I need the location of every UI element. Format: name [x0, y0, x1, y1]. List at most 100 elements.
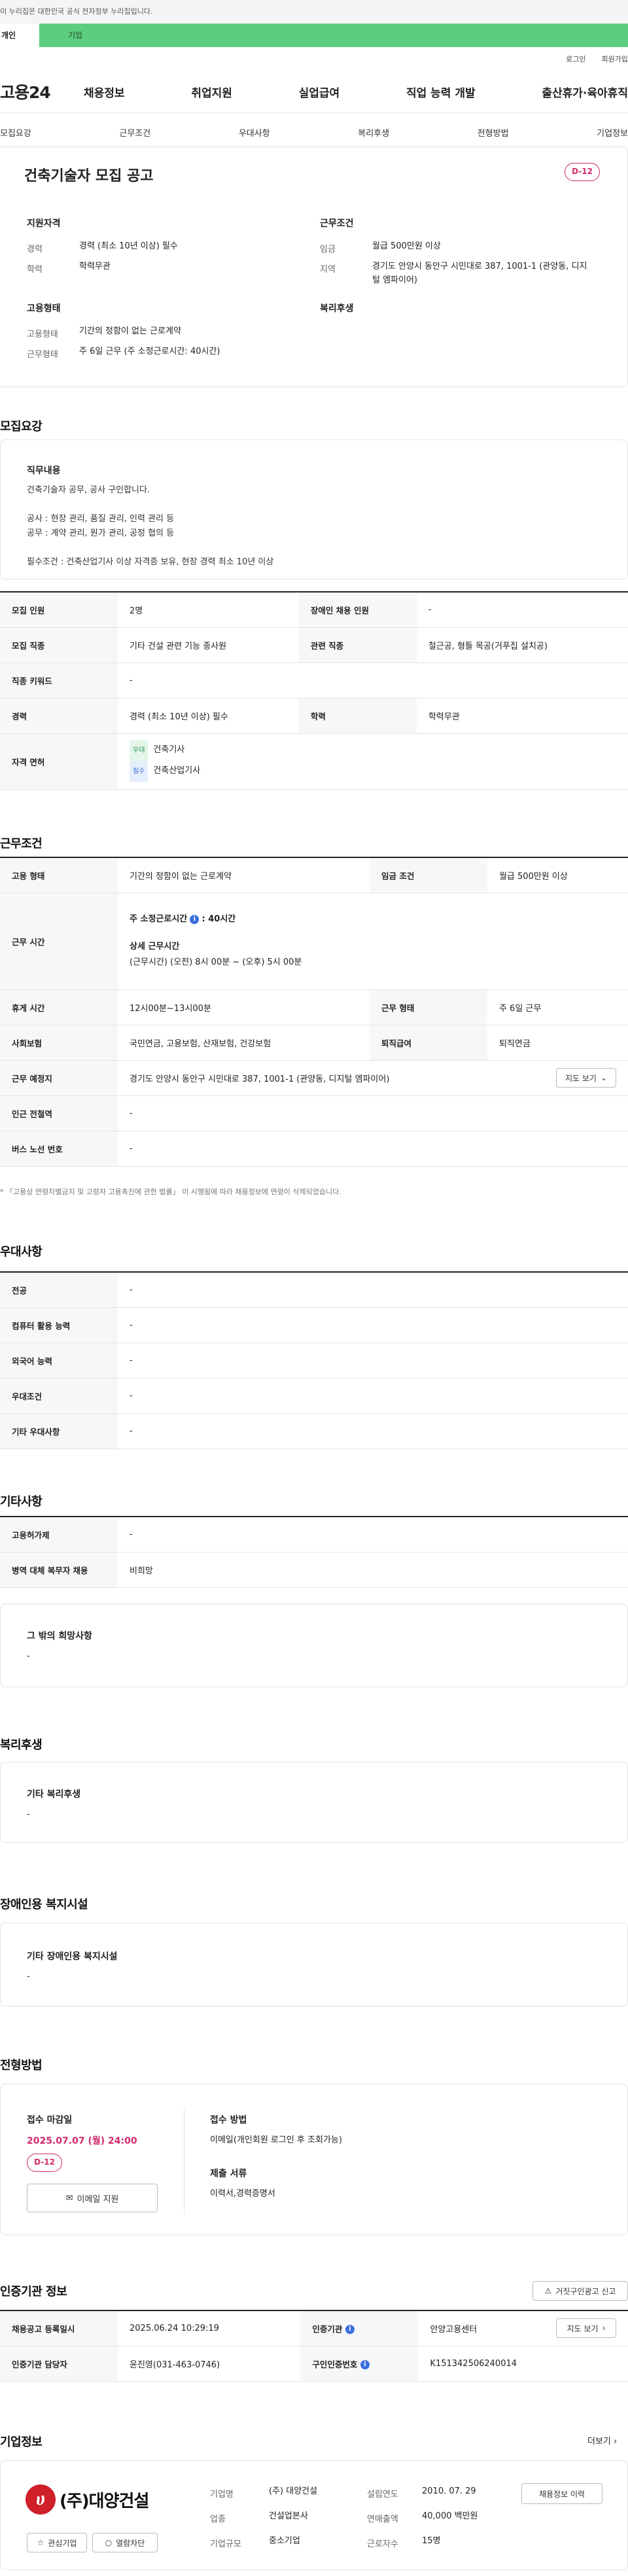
worktype-label: 근무형태 — [27, 350, 58, 360]
other-table: 고용허가제 - 병역 대체 복무자 채용 비희망 — [0, 1516, 628, 1588]
company-section-title: 기업정보 — [0, 2435, 43, 2449]
edu-row-label: 학력 — [298, 698, 417, 734]
work-hours-value: 주 소정근로시간 i : 40시간 상세 근무시간 (근무시간) (오전) 8시… — [118, 893, 628, 990]
cond-label: 우대조건 — [0, 1378, 118, 1414]
favorite-company-button[interactable]: ☆ 관심기업 — [27, 2533, 87, 2552]
dday-badge: D-12 — [565, 163, 600, 181]
subway-value: - — [118, 1095, 628, 1131]
major-label: 전공 — [0, 1272, 118, 1308]
career-row-label: 경력 — [0, 698, 118, 734]
cert-map-button[interactable]: 지도 보기 › — [556, 2318, 616, 2339]
nav-employment-support[interactable]: 취업지원 — [191, 84, 232, 100]
map-button[interactable]: 지도 보기 ⌄ — [556, 1068, 616, 1088]
welfare-section-title: 복리후생 — [0, 1738, 43, 1752]
subtab-welfare[interactable]: 복리후생 — [358, 126, 389, 139]
num-label: 구인인증번호 — [312, 2359, 358, 2369]
deadline-value: 2025.07.07 (월) 24:00 — [27, 2136, 137, 2146]
nav-unemployment-benefit[interactable]: 실업급여 — [299, 84, 340, 100]
user-type-tabs: 개인 기업 — [0, 24, 628, 47]
headcount-label: 모집 인원 — [0, 592, 118, 628]
size-label: 기업규모 — [210, 2539, 241, 2549]
career-value: 경력 (최소 10년 이상) 필수 — [79, 241, 178, 251]
subtab-company[interactable]: 기업정보 — [597, 126, 628, 139]
org-cell: 안양고용센터 지도 보기 › — [418, 2310, 628, 2346]
related-label: 관련 직종 — [298, 627, 417, 663]
subtab-pref[interactable]: 우대사항 — [239, 126, 270, 139]
nav-parental-leave[interactable]: 출산휴가·육아휴직 — [542, 84, 628, 100]
org-value: 안양고용센터 — [430, 2324, 478, 2335]
emp-label: 근로자수 — [367, 2539, 398, 2549]
area-value: 경기도 안양시 동안구 시민대로 387, 1001-1 (관양동, 디지털 엠… — [372, 262, 587, 285]
manager-value: 윤진영(031-463-0746) — [118, 2346, 301, 2382]
block-label: 열람차단 — [116, 2538, 145, 2548]
welfare-value: - — [27, 1810, 30, 1819]
recruit-section-title: 모집요강 — [0, 420, 43, 434]
subtab-work[interactable]: 근무조건 — [119, 126, 150, 139]
site-logo[interactable]: 고용24 — [0, 80, 84, 103]
license-label: 자격 면허 — [0, 733, 118, 790]
job-posting-page: 이 누리집은 대한민국 공식 전자정부 누리집입니다. 개인 기업 로그인 회원… — [0, 0, 628, 2576]
report-ad-button[interactable]: ⚠ 거짓구인광고 신고 — [532, 2281, 628, 2301]
num-value: K151342506240014 — [418, 2346, 628, 2382]
emptype-label: 고용형태 — [27, 330, 58, 339]
wish-card: 그 밖의 희망사항 - — [0, 1604, 628, 1687]
info-icon[interactable]: i — [360, 2360, 370, 2369]
duty-line: 필수조건 : 건축산업기사 이상 자격증 보유, 현장 경력 최소 10년 이상 — [27, 557, 274, 567]
facility-value: - — [27, 1972, 30, 1982]
block-view-button[interactable]: ○ 열람차단 — [92, 2533, 158, 2552]
retire-value: 퇴직연금 — [487, 1025, 628, 1061]
email-apply-button[interactable]: ✉ 이메일 지원 — [27, 2184, 158, 2212]
retire-label: 퇴직급여 — [369, 1025, 487, 1061]
facility-card: 기타 장애인용 복지시설 - — [0, 1923, 628, 2006]
bus-label: 버스 노선 번호 — [0, 1131, 118, 1167]
signup-link[interactable]: 회원가입 — [602, 54, 628, 64]
nav-job-info[interactable]: 채용정보 — [84, 84, 125, 100]
form-label: 근무 형태 — [369, 989, 487, 1025]
welfare-title: 복리후생 — [320, 303, 354, 314]
worktype-value: 주 6일 근무 (주 소정근로시간: 40시간) — [79, 347, 220, 356]
career-label: 경력 — [27, 245, 43, 254]
info-icon[interactable]: i — [190, 914, 200, 924]
report-icon: ⚠ — [544, 2286, 552, 2295]
insurance-value: 국민연금, 고용보험, 산재보험, 건강보험 — [118, 1025, 370, 1061]
sales-label: 연매출액 — [367, 2515, 398, 2524]
duty-card: 직무내용 건축기술자 공무, 공사 구인합니다. 공사 : 현장 관리, 품질 … — [0, 439, 628, 579]
docs-value: 이력서,경력증명서 — [210, 2189, 275, 2199]
tab-company[interactable]: 기업 — [39, 24, 628, 47]
pref-table: 전공 - 컴퓨터 활용 능력 - 외국어 능력 - 우대조건 - 기타 우대사항 - — [0, 1271, 628, 1449]
facility-sub: 기타 장애인용 복지시설 — [27, 1951, 118, 1962]
company-logo: ሀ (주)대양건설 — [26, 2484, 149, 2515]
tab-personal[interactable]: 개인 — [0, 24, 39, 47]
career-row-value: 경력 (최소 10년 이상) 필수 — [118, 698, 299, 734]
required-tag: 필수 — [130, 761, 148, 782]
info-icon[interactable]: i — [345, 2325, 355, 2335]
favorite-label: 관심기업 — [48, 2538, 77, 2548]
emp-title: 고용형태 — [27, 303, 61, 314]
wish-title: 그 밖의 희망사항 — [27, 1631, 92, 1641]
job-title: 건축기술자 모집 공고 — [24, 168, 154, 184]
chevron-right-icon: › — [614, 2437, 618, 2447]
preferred-tag: 우대 — [130, 740, 148, 761]
qual-title: 지원자격 — [27, 218, 61, 229]
company-more-link[interactable]: 더보기 › — [587, 2434, 617, 2447]
reg-label: 채용공고 등록일시 — [0, 2310, 118, 2346]
disabled-value: - — [416, 592, 628, 628]
license-value: 우대 건축기사 필수 건축산업기사 — [118, 733, 628, 790]
chevron-down-icon: ⌄ — [600, 1073, 608, 1082]
cond-value: - — [118, 1378, 628, 1414]
subtab-recruit[interactable]: 모집요강 — [0, 126, 31, 139]
selection-card: 접수 마감일 2025.07.07 (월) 24:00 D-12 ✉ 이메일 지원… — [0, 2084, 628, 2235]
history-button[interactable]: 채용정보 이력 — [521, 2483, 602, 2504]
biz-value: 건설업본사 — [269, 2511, 308, 2521]
nav-vocational-training[interactable]: 직업 능력 개발 — [406, 84, 476, 100]
subtab-selection[interactable]: 전형방법 — [478, 126, 509, 139]
emp-value: 15명 — [422, 2536, 441, 2546]
method-value: 이메일(개인회원 로그인 후 조회가능) — [210, 2135, 342, 2145]
keyword-value: - — [118, 662, 628, 698]
docs-title: 제출 서류 — [210, 2169, 247, 2179]
wage-value: 월급 500만원 이상 — [372, 241, 441, 251]
work-emptype-label: 고용 형태 — [0, 857, 118, 893]
manager-label: 인증기관 담당자 — [0, 2346, 118, 2382]
org-label-cell: 인증기관 i — [300, 2310, 419, 2346]
login-link[interactable]: 로그인 — [566, 54, 585, 64]
